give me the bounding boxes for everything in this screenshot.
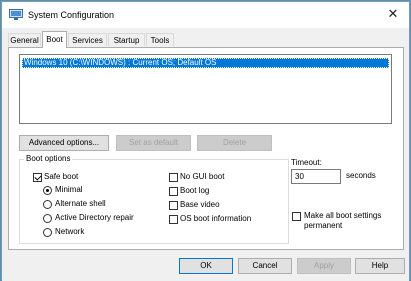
minimal-radio[interactable] (43, 186, 52, 195)
help-button[interactable]: Help (355, 258, 405, 274)
base-video-checkbox[interactable] (169, 201, 178, 210)
apply-button[interactable]: Apply (297, 258, 351, 274)
cancel-button[interactable]: Cancel (238, 258, 292, 274)
active-directory-repair-label: Active Directory repair (55, 213, 134, 222)
os-list-item[interactable]: Windows 10 (C:\WINDOWS) : Current OS; De… (22, 58, 389, 68)
close-icon[interactable]: ✕ (385, 6, 401, 22)
make-permanent-label-line2: permanent (304, 221, 343, 230)
minimal-label: Minimal (55, 185, 83, 194)
title-bar[interactable]: System Configuration ✕ (2, 2, 409, 28)
no-gui-boot-checkbox[interactable] (169, 173, 178, 182)
os-boot-information-checkbox[interactable] (169, 215, 178, 224)
system-configuration-icon (9, 9, 23, 20)
dialog-button-bar: OK Cancel Apply Help (2, 250, 409, 281)
tab-startup[interactable]: Startup (108, 33, 145, 46)
tab-general[interactable]: General (8, 33, 41, 46)
boot-options-group: Boot options Safe boot Minimal Alternate… (19, 154, 289, 244)
make-permanent-checkbox[interactable] (292, 212, 301, 221)
boot-log-label: Boot log (180, 186, 210, 195)
os-listbox[interactable]: Windows 10 (C:\WINDOWS) : Current OS; De… (19, 54, 392, 124)
safe-boot-label: Safe boot (44, 172, 79, 181)
tab-services[interactable]: Services (68, 33, 107, 46)
boot-options-label: Boot options (24, 154, 73, 163)
boot-log-checkbox[interactable] (169, 187, 178, 196)
make-permanent-label-line1: Make all boot settings (304, 211, 382, 220)
tab-tools[interactable]: Tools (146, 33, 174, 46)
timeout-unit-label: seconds (346, 171, 376, 180)
base-video-label: Base video (180, 200, 220, 209)
boot-tab-panel: Windows 10 (C:\WINDOWS) : Current OS; De… (8, 47, 404, 250)
no-gui-boot-label: No GUI boot (180, 172, 225, 181)
timeout-input[interactable]: 30 (291, 169, 341, 184)
alternate-shell-radio[interactable] (43, 200, 52, 209)
active-directory-repair-radio[interactable] (43, 214, 52, 223)
tab-boot[interactable]: Boot (42, 31, 67, 48)
network-radio[interactable] (43, 228, 52, 237)
window-title: System Configuration (28, 10, 115, 20)
safe-boot-checkbox[interactable] (33, 173, 42, 182)
alternate-shell-label: Alternate shell (55, 199, 106, 208)
delete-button[interactable]: Delete (197, 135, 272, 151)
timeout-label: Timeout: (291, 158, 322, 167)
system-configuration-window: System Configuration ✕ General Boot Serv… (1, 1, 410, 281)
network-label: Network (55, 227, 85, 236)
advanced-options-button[interactable]: Advanced options... (19, 135, 109, 151)
os-boot-information-label: OS boot information (180, 214, 252, 223)
ok-button[interactable]: OK (179, 258, 233, 274)
set-as-default-button[interactable]: Set as default (116, 135, 191, 151)
